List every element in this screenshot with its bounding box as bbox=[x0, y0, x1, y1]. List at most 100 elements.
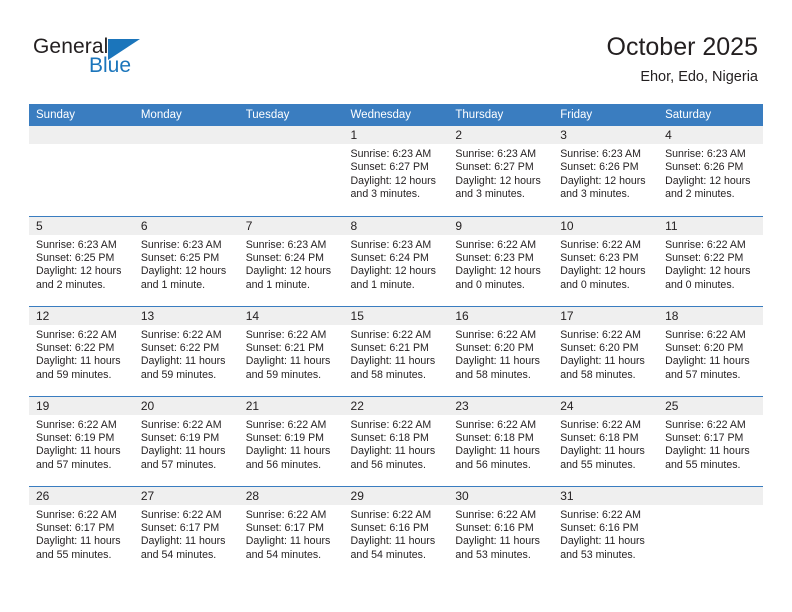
calendar-day-cell[interactable]: 10 Sunrise: 6:22 AM Sunset: 6:23 PM Dayligh… bbox=[553, 215, 659, 306]
calendar-day-cell[interactable]: 13 Sunrise: 6:22 AM Sunset: 6:22 PM Dayligh… bbox=[133, 305, 239, 396]
sunset-text: Sunset: 6:27 PM bbox=[455, 161, 534, 174]
day-number: 13 bbox=[133, 306, 239, 325]
sunset-text: Sunset: 6:23 PM bbox=[560, 251, 639, 264]
calendar-day-cell[interactable]: 4 Sunrise: 6:23 AM Sunset: 6:26 PM Daylight… bbox=[658, 126, 763, 216]
day-number: 18 bbox=[658, 306, 763, 325]
daylight-text: Daylight: 11 hours and 53 minutes. bbox=[560, 535, 645, 561]
day-number: 21 bbox=[238, 396, 344, 415]
location-subtitle: Ehor, Edo, Nigeria bbox=[640, 69, 758, 85]
calendar-day-cell[interactable]: 23 Sunrise: 6:22 AM Sunset: 6:18 PM Dayligh… bbox=[448, 395, 554, 486]
sun-info: Sunrise: 6:23 AM Sunset: 6:27 PM Daylight:… bbox=[344, 144, 449, 202]
calendar-body: 1 Sunrise: 6:23 AM Sunset: 6:27 PM Daylight… bbox=[29, 126, 763, 576]
sun-info: Sunrise: 6:22 AM Sunset: 6:22 PM Daylight:… bbox=[134, 325, 239, 383]
calendar-day-cell[interactable]: 30 Sunrise: 6:22 AM Sunset: 6:16 PM Dayligh… bbox=[448, 485, 554, 576]
calendar-day-cell[interactable]: 29 Sunrise: 6:22 AM Sunset: 6:16 PM Dayligh… bbox=[343, 485, 449, 576]
calendar-day-cell[interactable]: 25 Sunrise: 6:22 AM Sunset: 6:17 PM Dayligh… bbox=[658, 395, 763, 486]
calendar-day-cell[interactable]: 3 Sunrise: 6:23 AM Sunset: 6:26 PM Daylight… bbox=[553, 126, 659, 216]
daylight-text: Daylight: 12 hours and 0 minutes. bbox=[455, 265, 541, 291]
calendar-week-row: 5 Sunrise: 6:23 AM Sunset: 6:25 PM Daylight… bbox=[29, 215, 763, 306]
calendar-day-cell[interactable]: 24 Sunrise: 6:22 AM Sunset: 6:18 PM Dayligh… bbox=[553, 395, 659, 486]
calendar-day-cell[interactable]: 16 Sunrise: 6:22 AM Sunset: 6:20 PM Dayligh… bbox=[448, 305, 554, 396]
calendar-day-cell[interactable]: 22 Sunrise: 6:22 AM Sunset: 6:18 PM Dayligh… bbox=[343, 395, 449, 486]
daylight-text: Daylight: 12 hours and 3 minutes. bbox=[560, 174, 646, 201]
sunset-text: Sunset: 6:20 PM bbox=[665, 341, 744, 354]
calendar-day-cell[interactable]: 6 Sunrise: 6:23 AM Sunset: 6:25 PM Daylight… bbox=[133, 215, 239, 306]
daylight-text: Daylight: 11 hours and 59 minutes. bbox=[36, 355, 121, 381]
daylight-text: Daylight: 12 hours and 0 minutes. bbox=[665, 265, 751, 291]
calendar-day-cell[interactable]: 14 Sunrise: 6:22 AM Sunset: 6:21 PM Dayligh… bbox=[238, 305, 344, 396]
daylight-text: Daylight: 11 hours and 57 minutes. bbox=[36, 445, 121, 471]
calendar-day-cell[interactable]: 21 Sunrise: 6:22 AM Sunset: 6:19 PM Dayligh… bbox=[238, 395, 344, 486]
calendar-day-cell[interactable]: 12 Sunrise: 6:22 AM Sunset: 6:22 PM Dayligh… bbox=[29, 305, 134, 396]
sunset-text: Sunset: 6:17 PM bbox=[665, 431, 744, 444]
daylight-text: Daylight: 11 hours and 58 minutes. bbox=[560, 355, 645, 381]
general-blue-logo[interactable]: General Blue bbox=[33, 36, 163, 84]
daylight-text: Daylight: 11 hours and 54 minutes. bbox=[350, 535, 436, 561]
calendar-week-row: 12 Sunrise: 6:22 AM Sunset: 6:22 PM Dayligh… bbox=[29, 305, 763, 396]
sunset-text: Sunset: 6:24 PM bbox=[350, 251, 429, 264]
day-number: 6 bbox=[133, 216, 239, 235]
daylight-text: Daylight: 12 hours and 1 minute. bbox=[245, 265, 332, 291]
calendar-day-cell[interactable]: 7 Sunrise: 6:23 AM Sunset: 6:24 PM Daylight… bbox=[238, 215, 344, 306]
calendar-day-cell[interactable]: 28 Sunrise: 6:22 AM Sunset: 6:17 PM Dayligh… bbox=[238, 485, 344, 576]
daylight-text: Daylight: 12 hours and 1 minute. bbox=[140, 265, 227, 291]
sunrise-text: Sunrise: 6:23 AM bbox=[140, 238, 222, 251]
calendar-day-cell[interactable]: 26 Sunrise: 6:22 AM Sunset: 6:17 PM Dayligh… bbox=[29, 485, 134, 576]
sun-info: Sunrise: 6:23 AM Sunset: 6:24 PM Daylight:… bbox=[239, 235, 344, 293]
daylight-text: Daylight: 11 hours and 55 minutes. bbox=[560, 445, 645, 471]
sunset-text: Sunset: 6:19 PM bbox=[36, 431, 115, 444]
sun-info: Sunrise: 6:22 AM Sunset: 6:20 PM Daylight:… bbox=[658, 325, 763, 383]
weekday-header-wednesday: Wednesday bbox=[343, 104, 449, 126]
sunrise-text: Sunrise: 6:22 AM bbox=[350, 418, 432, 431]
daylight-text: Daylight: 11 hours and 55 minutes. bbox=[36, 535, 121, 561]
day-number: 14 bbox=[238, 306, 344, 325]
daylight-text: Daylight: 11 hours and 55 minutes. bbox=[665, 445, 750, 471]
daylight-text: Daylight: 12 hours and 3 minutes. bbox=[455, 174, 541, 201]
calendar-day-cell[interactable]: 11 Sunrise: 6:22 AM Sunset: 6:22 PM Dayligh… bbox=[658, 215, 763, 306]
sunrise-text: Sunrise: 6:23 AM bbox=[560, 148, 641, 160]
weekday-header-saturday: Saturday bbox=[658, 104, 763, 126]
calendar-day-cell[interactable]: 31 Sunrise: 6:22 AM Sunset: 6:16 PM Dayligh… bbox=[553, 485, 659, 576]
daylight-text: Daylight: 12 hours and 2 minutes. bbox=[665, 174, 751, 201]
sunrise-text: Sunrise: 6:22 AM bbox=[350, 328, 432, 341]
sunrise-text: Sunrise: 6:22 AM bbox=[455, 508, 537, 521]
sunrise-text: Sunrise: 6:22 AM bbox=[140, 508, 222, 521]
sun-info: Sunrise: 6:22 AM Sunset: 6:19 PM Daylight:… bbox=[239, 415, 344, 473]
calendar-day-cell[interactable]: 5 Sunrise: 6:23 AM Sunset: 6:25 PM Daylight… bbox=[29, 215, 134, 306]
calendar-day-cell[interactable]: 27 Sunrise: 6:22 AM Sunset: 6:17 PM Dayligh… bbox=[133, 485, 239, 576]
day-number: 30 bbox=[448, 486, 554, 505]
calendar-day-cell[interactable]: 17 Sunrise: 6:22 AM Sunset: 6:20 PM Dayligh… bbox=[553, 305, 659, 396]
sun-info: Sunrise: 6:22 AM Sunset: 6:18 PM Daylight:… bbox=[553, 415, 658, 473]
sunset-text: Sunset: 6:18 PM bbox=[350, 431, 429, 444]
calendar-day-cell[interactable]: 18 Sunrise: 6:22 AM Sunset: 6:20 PM Dayligh… bbox=[658, 305, 763, 396]
sunrise-text: Sunrise: 6:23 AM bbox=[350, 148, 432, 160]
calendar-cell-empty bbox=[29, 126, 134, 216]
calendar-day-cell[interactable]: 8 Sunrise: 6:23 AM Sunset: 6:24 PM Daylight… bbox=[343, 215, 449, 306]
sunset-text: Sunset: 6:22 PM bbox=[665, 251, 744, 264]
calendar-day-cell[interactable]: 2 Sunrise: 6:23 AM Sunset: 6:27 PM Daylight… bbox=[448, 126, 554, 216]
calendar-day-cell[interactable]: 20 Sunrise: 6:22 AM Sunset: 6:19 PM Dayligh… bbox=[133, 395, 239, 486]
sunrise-text: Sunrise: 6:22 AM bbox=[455, 418, 537, 431]
sunset-text: Sunset: 6:20 PM bbox=[455, 341, 534, 354]
sunset-text: Sunset: 6:16 PM bbox=[560, 521, 639, 534]
calendar-day-cell[interactable]: 9 Sunrise: 6:22 AM Sunset: 6:23 PM Daylight… bbox=[448, 215, 554, 306]
weekday-header-friday: Friday bbox=[553, 104, 659, 126]
calendar-day-cell[interactable]: 1 Sunrise: 6:23 AM Sunset: 6:27 PM Daylight… bbox=[343, 126, 449, 216]
sun-info: Sunrise: 6:22 AM Sunset: 6:17 PM Daylight:… bbox=[239, 505, 344, 563]
calendar-day-cell[interactable]: 15 Sunrise: 6:22 AM Sunset: 6:21 PM Dayligh… bbox=[343, 305, 449, 396]
sunrise-text: Sunrise: 6:23 AM bbox=[455, 148, 537, 160]
sun-info: Sunrise: 6:22 AM Sunset: 6:18 PM Daylight:… bbox=[448, 415, 553, 473]
daylight-text: Daylight: 11 hours and 53 minutes. bbox=[455, 535, 540, 561]
calendar-cell-empty bbox=[238, 126, 344, 216]
day-number: 19 bbox=[29, 396, 134, 415]
sunset-text: Sunset: 6:16 PM bbox=[455, 521, 534, 534]
day-number: 3 bbox=[553, 126, 659, 144]
daylight-text: Daylight: 11 hours and 56 minutes. bbox=[350, 445, 436, 471]
page-header: General Blue October 2025 Ehor, Edo, Nig… bbox=[0, 0, 792, 100]
sunrise-text: Sunrise: 6:22 AM bbox=[560, 238, 641, 251]
sun-info: Sunrise: 6:23 AM Sunset: 6:25 PM Daylight:… bbox=[29, 235, 134, 293]
day-number: 26 bbox=[29, 486, 134, 505]
sunset-text: Sunset: 6:19 PM bbox=[140, 431, 220, 444]
calendar-day-cell[interactable]: 19 Sunrise: 6:22 AM Sunset: 6:19 PM Dayligh… bbox=[29, 395, 134, 486]
day-number: 24 bbox=[553, 396, 659, 415]
